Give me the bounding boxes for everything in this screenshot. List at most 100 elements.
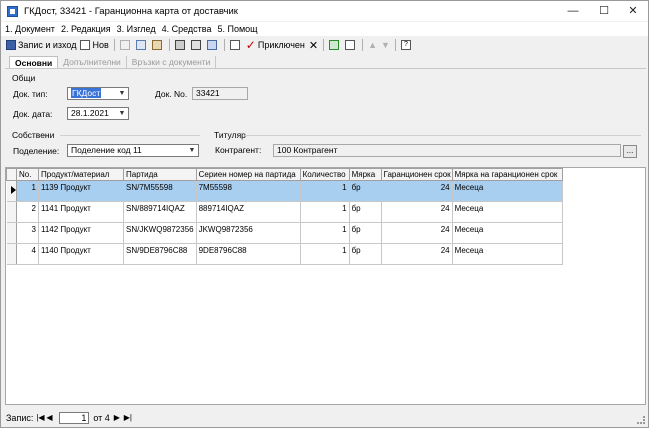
column-header[interactable]: No. [16,168,39,181]
print-preview-button[interactable] [189,38,205,53]
toolbar: Запис и изход Нов ✓ Приключен ✕ ▲ ▼ ? [4,37,415,53]
grid-cell[interactable]: 3 [16,222,39,244]
maximize-button[interactable]: ☐ [589,1,619,21]
refresh-button[interactable] [327,38,343,53]
record-total: от 4 [93,413,110,423]
table-row[interactable]: 2 1141 Продукт SN/889714IQAZ 889714IQAZ … [6,201,563,223]
doc-date-picker[interactable]: 28.1.2021 ▼ [67,107,129,120]
help-icon: ? [400,40,411,50]
paste-button[interactable] [150,38,166,53]
grid-cell[interactable]: 1140 Продукт [38,243,124,265]
cut-icon [119,40,130,50]
contragent-field[interactable]: 100 Контрагент [273,144,621,157]
grid-cell[interactable]: SN/7M55598 [123,180,197,202]
current-record-field[interactable]: 1 [59,412,90,424]
delete-button[interactable]: ✕ [307,38,320,53]
move-down-button[interactable]: ▼ [379,38,392,53]
save-exit-button[interactable]: Запис и изход [4,38,78,53]
menu-tools[interactable]: 4. Средства [162,24,212,34]
last-record-button[interactable]: ▶| [124,413,133,424]
grid-cell[interactable]: 1141 Продукт [38,201,124,223]
print-button[interactable] [173,38,189,53]
edit-document-button[interactable] [228,38,244,53]
grid-cell[interactable]: 24 [381,201,453,223]
column-header[interactable]: Продукт/материал [38,168,124,181]
move-up-button[interactable]: ▲ [366,38,379,53]
grid-cell[interactable]: Месеца [452,222,563,244]
grid-cell[interactable]: 1 [300,243,350,265]
close-button[interactable]: ✕ [618,1,648,21]
grid-cell[interactable]: бр [349,243,382,265]
table-row[interactable]: 1 1139 Продукт SN/7M55598 7M55598 1 бр 2… [6,180,563,202]
holder-section-title: Титуляр [214,130,246,140]
grid-header-row: No. Продукт/материал Партида Сериен номе… [6,168,563,181]
grid-cell[interactable]: SN/9DE8796C88 [123,243,197,265]
menu-edit[interactable]: 2. Редакция [61,24,111,34]
arrow-down-icon: ▼ [381,40,390,50]
row-indicator[interactable] [6,201,17,223]
next-record-button[interactable]: ▶ [114,413,123,424]
row-indicator[interactable] [6,222,17,244]
grid-cell[interactable]: 4 [16,243,39,265]
column-header[interactable]: Количество [299,168,350,181]
cut-button[interactable] [118,38,134,53]
doc-no-field[interactable]: 33421 [192,87,248,100]
grid-cell[interactable]: бр [349,222,382,244]
column-header[interactable]: Гаранционен срок [380,168,453,181]
help-button[interactable]: ? [399,38,415,53]
grid-cell[interactable]: 2 [16,201,39,223]
print-preview-icon [190,40,201,50]
menu-view[interactable]: 3. Изглед [117,24,156,34]
contragent-lookup-button[interactable]: ... [623,145,637,158]
first-record-button[interactable]: |◀ [36,413,45,424]
grid-cell[interactable]: 24 [381,222,453,244]
division-select[interactable]: Поделение код 11 ▼ [67,144,199,157]
print-icon [174,40,185,50]
grid-cell[interactable]: 1 [16,180,39,202]
column-header[interactable]: Мярка на гаранционен срок [451,168,563,181]
grid-cell[interactable]: 1 [300,180,350,202]
grid-cell[interactable]: SN/889714IQAZ [123,201,197,223]
close-document-button[interactable]: ✓ Приключен [244,38,307,53]
grid-cell[interactable]: 7M55598 [196,180,301,202]
header-panel: Общи Док. тип: ГКДост ▼ Док. No. 33421 Д… [5,68,646,166]
export-button[interactable] [205,38,221,53]
grid-cell[interactable]: JKWQ9872356 [196,222,301,244]
grid-cell[interactable]: 9DE8796C88 [196,243,301,265]
grid-cell[interactable]: Месеца [452,180,563,202]
grid-cell[interactable]: 24 [381,243,453,265]
table-row[interactable]: 3 1142 Продукт SN/JKWQ9872356 JKWQ987235… [6,222,563,244]
menu-document[interactable]: 1. Документ [5,24,55,34]
grid-cell[interactable]: 1142 Продукт [38,222,124,244]
row-indicator[interactable] [6,180,17,202]
grid-cell[interactable]: SN/JKWQ9872356 [123,222,197,244]
grid-cell[interactable]: 889714IQAZ [196,201,301,223]
new-button[interactable]: Нов [78,38,110,53]
doc-date-value: 28.1.2021 [71,108,109,118]
general-section-title: Общи [12,73,36,83]
column-header[interactable]: Сериен номер на партида [195,168,301,181]
division-label: Поделение: [13,146,60,156]
items-grid: No. Продукт/материал Партида Сериен номе… [5,167,646,405]
copy-button[interactable] [134,38,150,53]
grid-cell[interactable]: Месеца [452,201,563,223]
minimize-button[interactable]: — [558,1,588,21]
save-icon [6,40,16,50]
column-header[interactable]: Партида [123,168,197,181]
attach-button[interactable] [343,38,359,53]
grid-cell[interactable]: Месеца [452,243,563,265]
grid-cell[interactable]: 1139 Продукт [38,180,124,202]
grid-cell[interactable]: бр [349,180,382,202]
column-header[interactable]: Мярка [348,168,382,181]
previous-record-button[interactable]: ◀ [46,413,55,424]
menu-help[interactable]: 5. Помощ [218,24,258,34]
resize-grip[interactable] [637,416,645,424]
grid-cell[interactable]: 1 [300,222,350,244]
table-row[interactable]: 4 1140 Продукт SN/9DE8796C88 9DE8796C88 … [6,243,563,265]
document-icon [345,40,356,50]
grid-cell[interactable]: 24 [381,180,453,202]
row-indicator[interactable] [6,243,17,265]
doc-type-select[interactable]: ГКДост ▼ [67,87,129,100]
grid-cell[interactable]: 1 [300,201,350,223]
grid-cell[interactable]: бр [349,201,382,223]
